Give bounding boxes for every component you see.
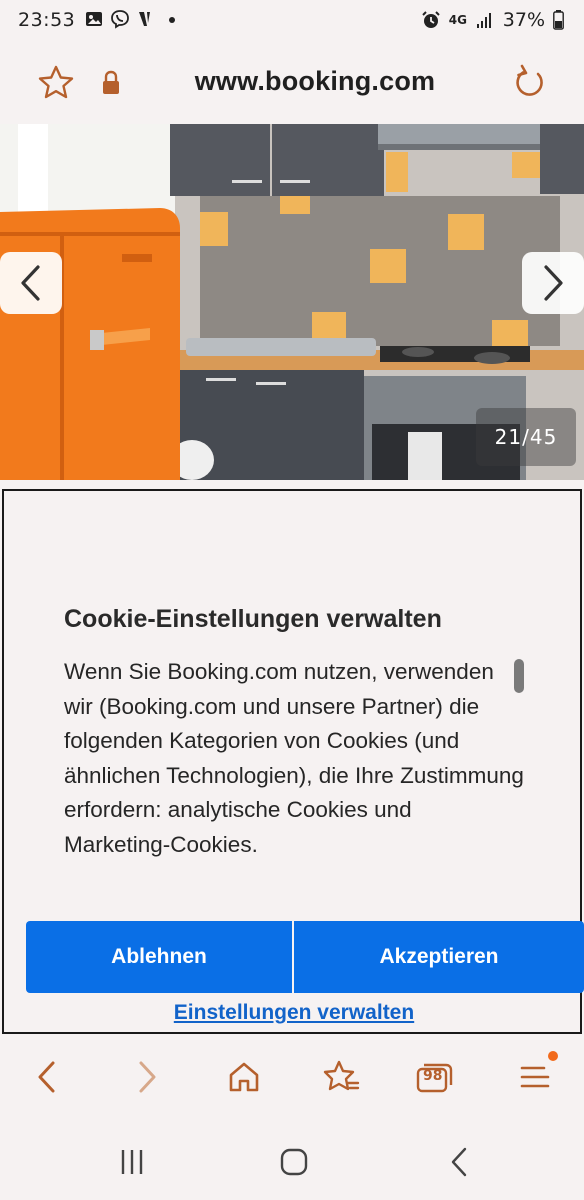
system-back-button[interactable] <box>440 1142 480 1182</box>
cookie-consent-dialog: Cookie-Einstellungen verwalten Wenn Sie … <box>2 489 584 1034</box>
status-time: 23:53 <box>18 9 76 31</box>
system-status-icons: 4G 37% <box>421 9 564 31</box>
accept-button[interactable]: Akzeptieren <box>294 921 584 993</box>
home-icon <box>280 1148 308 1176</box>
lock-icon[interactable] <box>100 70 122 96</box>
system-home-button[interactable] <box>274 1142 314 1182</box>
recents-icon <box>121 1150 143 1174</box>
recents-button[interactable] <box>112 1142 152 1182</box>
home-icon <box>229 1062 259 1092</box>
v-app-icon <box>139 12 150 26</box>
tabs-count: 98 <box>423 1068 443 1084</box>
url-text[interactable]: www.booking.com <box>150 66 480 97</box>
bookmarks-icon <box>323 1060 360 1091</box>
browser-url-bar: www.booking.com <box>0 40 584 124</box>
nav-home-button[interactable] <box>221 1054 267 1100</box>
alarm-icon <box>422 11 440 28</box>
notification-icons <box>84 9 182 29</box>
nav-menu-button[interactable] <box>512 1051 558 1100</box>
battery-icon <box>553 10 564 30</box>
chevron-right-icon <box>544 265 563 301</box>
reload-icon[interactable] <box>510 64 548 102</box>
reject-button[interactable]: Ablehnen <box>26 921 292 993</box>
chevron-left-icon <box>21 265 40 301</box>
dot-icon <box>169 17 175 23</box>
forward-icon <box>139 1061 156 1093</box>
gallery-prev-button[interactable] <box>0 252 62 314</box>
system-nav-bar <box>0 1116 584 1200</box>
nav-back-button[interactable] <box>24 1054 70 1100</box>
viber-icon <box>111 10 129 29</box>
manage-settings-link[interactable]: Einstellungen verwalten <box>4 1001 584 1025</box>
dialog-scrollbar[interactable] <box>514 659 524 693</box>
browser-bottom-nav: 98 <box>0 1036 584 1116</box>
bookmark-star-icon[interactable] <box>37 64 75 102</box>
network-type: 4G <box>448 13 467 27</box>
signal-icon <box>476 13 491 28</box>
menu-icon <box>520 1066 550 1088</box>
battery-percent: 37% <box>502 9 545 31</box>
photo-counter: 21/45 <box>476 408 576 466</box>
gallery-icon <box>86 12 102 26</box>
nav-forward-button[interactable] <box>124 1054 170 1100</box>
property-photo: 21/45 <box>0 124 584 480</box>
back-icon <box>451 1147 467 1177</box>
back-icon <box>38 1061 55 1093</box>
notification-dot <box>548 1051 558 1061</box>
nav-bookmarks-button[interactable] <box>318 1054 364 1100</box>
dialog-body: Wenn Sie Booking.com nutzen, verwenden w… <box>64 659 524 857</box>
gallery-next-button[interactable] <box>522 252 584 314</box>
status-bar: 23:53 4G 37% <box>0 0 584 40</box>
dialog-title: Cookie-Einstellungen verwalten <box>64 605 442 633</box>
nav-tabs-button[interactable]: 98 <box>412 1054 458 1100</box>
